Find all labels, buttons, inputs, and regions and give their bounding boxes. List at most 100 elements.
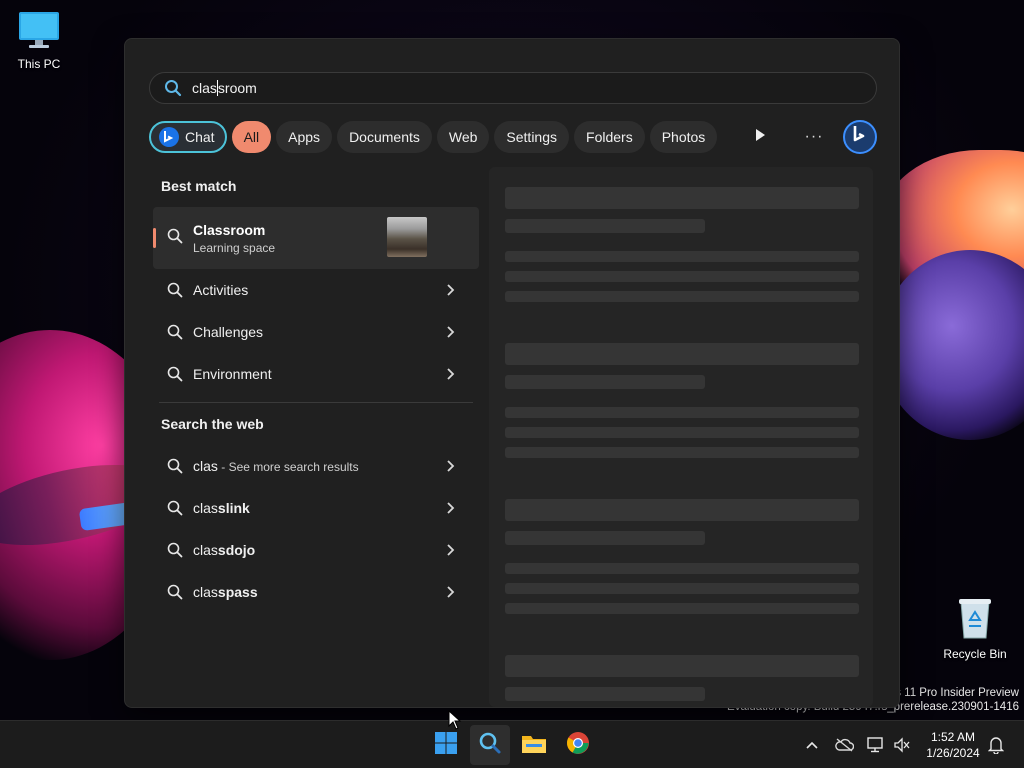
search-input[interactable]: classroom [149, 72, 877, 104]
search-icon [478, 731, 502, 760]
search-icon [167, 458, 183, 474]
web-result-classpass[interactable]: classpass [153, 571, 479, 613]
search-web-heading: Search the web [161, 416, 264, 432]
file-explorer-button[interactable] [514, 725, 554, 765]
chevron-right-icon [445, 543, 457, 557]
web-result-query: clas [193, 458, 218, 474]
more-options-button[interactable]: ··· [799, 122, 829, 152]
web-result-label: classdojo [193, 542, 255, 558]
selection-accent [153, 228, 156, 248]
query-before-caret: clas [192, 80, 217, 96]
skeleton-block [505, 343, 859, 365]
chip-photos[interactable]: Photos [649, 121, 718, 153]
this-pc-label: This PC [17, 57, 61, 71]
chevron-right-icon [445, 367, 457, 381]
filter-actions: ··· [745, 120, 877, 154]
taskbar-search-button[interactable] [470, 725, 510, 765]
bing-button[interactable] [843, 120, 877, 154]
skeleton-line [505, 447, 859, 458]
skeleton-block [505, 375, 705, 389]
this-pc-shortcut[interactable]: This PC [14, 10, 64, 71]
web-result-completion: spass [217, 584, 258, 600]
windows-start-icon [434, 731, 458, 760]
chip-apps[interactable]: Apps [276, 121, 333, 153]
chevron-right-icon [445, 459, 457, 473]
skeleton-line [505, 583, 859, 594]
chip-chat[interactable]: Chat [149, 121, 227, 153]
best-match-title-rest: sroom [222, 221, 266, 238]
search-icon [167, 584, 183, 600]
filter-chips: Chat All Apps Documents Web Settings Fol… [149, 120, 722, 154]
clock-date: 1/26/2024 [926, 746, 980, 760]
web-result-label: classpass [193, 584, 258, 600]
skeleton-block [505, 531, 705, 545]
notification-bell-icon[interactable] [986, 735, 1006, 755]
chrome-button[interactable] [558, 725, 598, 765]
skeleton-line [505, 407, 859, 418]
skeleton-line [505, 427, 859, 438]
mouse-cursor-icon [448, 709, 462, 730]
web-result-classlink[interactable]: classlink [153, 487, 479, 529]
volume-muted-icon[interactable] [892, 735, 912, 755]
recycle-bin-label: Recycle Bin [943, 647, 1007, 661]
web-result-completion: sdojo [217, 542, 256, 558]
chip-chat-label: Chat [185, 129, 215, 145]
best-match-title-bold: Clas [193, 221, 223, 238]
skeleton-line [505, 251, 859, 262]
search-icon [164, 79, 182, 97]
web-result-classdojo[interactable]: classdojo [153, 529, 479, 571]
web-result-suffix: - See more search results [217, 460, 359, 474]
recycle-bin-icon [955, 599, 995, 643]
suggestion-challenges[interactable]: Challenges [153, 311, 479, 353]
web-result-label: clas - See more search results [193, 458, 359, 474]
skeleton-block [505, 655, 859, 677]
file-explorer-icon [521, 731, 547, 760]
classroom-thumbnail [387, 217, 427, 257]
more-filters-play-button[interactable] [745, 122, 775, 152]
best-match-subtitle: Learning space [193, 240, 276, 255]
search-icon [167, 228, 183, 249]
search-icon [167, 542, 183, 558]
chip-folders[interactable]: Folders [574, 121, 645, 153]
skeleton-block [505, 187, 859, 209]
skeleton-block [505, 219, 705, 233]
chevron-right-icon [445, 325, 457, 339]
suggestion-label: Activities [193, 282, 249, 298]
skeleton-block [505, 499, 859, 521]
recycle-bin-shortcut[interactable]: Recycle Bin [940, 596, 1010, 661]
web-result-prefix: clas [193, 542, 218, 558]
bing-chat-icon [159, 127, 179, 147]
search-icon [167, 366, 183, 382]
suggestion-label: Challenges [193, 324, 264, 340]
monitor-icon [17, 12, 61, 53]
search-icon [167, 282, 183, 298]
clock[interactable]: 1:52 AM 1/26/2024 [920, 729, 986, 761]
web-result-prefix: clas [193, 584, 218, 600]
search-icon [167, 324, 183, 340]
web-result-see-more[interactable]: clas - See more search results [153, 445, 479, 487]
clock-time: 1:52 AM [930, 730, 976, 744]
suggestion-environment[interactable]: Environment [153, 353, 479, 395]
start-button[interactable] [426, 725, 466, 765]
best-match-item[interactable]: Classroom Learning space [153, 207, 479, 269]
web-result-label: classlink [193, 500, 250, 516]
chip-all[interactable]: All [231, 121, 272, 153]
suggestion-activities[interactable]: Activities [153, 269, 479, 311]
skeleton-line [505, 603, 859, 614]
chip-documents[interactable]: Documents [337, 121, 432, 153]
web-result-completion: slink [217, 500, 250, 516]
chip-settings[interactable]: Settings [494, 121, 570, 153]
skeleton-line [505, 563, 859, 574]
chip-web[interactable]: Web [436, 121, 490, 153]
search-flyout: classroom Chat All Apps Documents Web Se… [124, 38, 900, 708]
best-match-title: Classroom [193, 222, 275, 238]
suggestion-label: Environment [193, 366, 272, 382]
chrome-icon [566, 731, 590, 760]
onedrive-icon[interactable] [834, 735, 854, 755]
chevron-right-icon [445, 585, 457, 599]
skeleton-line [505, 271, 859, 282]
chevron-up-icon[interactable] [802, 735, 822, 755]
network-icon[interactable] [866, 735, 886, 755]
chevron-right-icon [445, 283, 457, 297]
taskbar: 1:52 AM 1/26/2024 [0, 720, 1024, 768]
